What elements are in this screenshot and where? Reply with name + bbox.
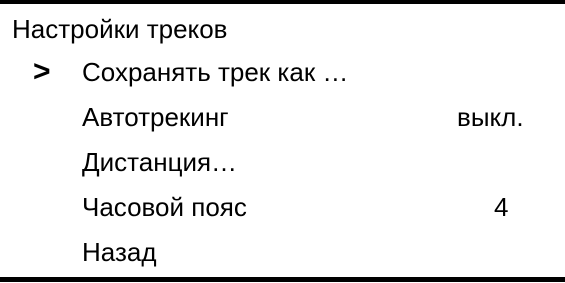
track-settings-menu: > Сохранять трек как … Автотрекинг выкл.… [0,57,565,282]
top-border-line [0,0,565,4]
menu-item-label: Автотрекинг [82,102,229,132]
menu-item-back[interactable]: Назад [0,237,565,282]
menu-item-save-track-as[interactable]: > Сохранять трек как … [0,57,565,102]
menu-item-label: Часовой пояс [82,192,247,222]
screen-title: Настройки треков [12,14,228,44]
menu-item-distance[interactable]: Дистанция… [0,147,565,192]
menu-item-label: Дистанция… [82,147,238,177]
bottom-border-line [0,277,565,282]
menu-item-time-zone[interactable]: Часовой пояс 4 [0,192,565,237]
menu-item-label: Сохранять трек как … [82,57,349,87]
menu-item-label: Назад [82,237,157,267]
menu-item-autotracking[interactable]: Автотрекинг выкл. [0,102,565,147]
autotracking-value: выкл. [457,102,524,132]
selection-cursor-icon: > [33,55,51,88]
time-zone-value: 4 [494,192,509,222]
